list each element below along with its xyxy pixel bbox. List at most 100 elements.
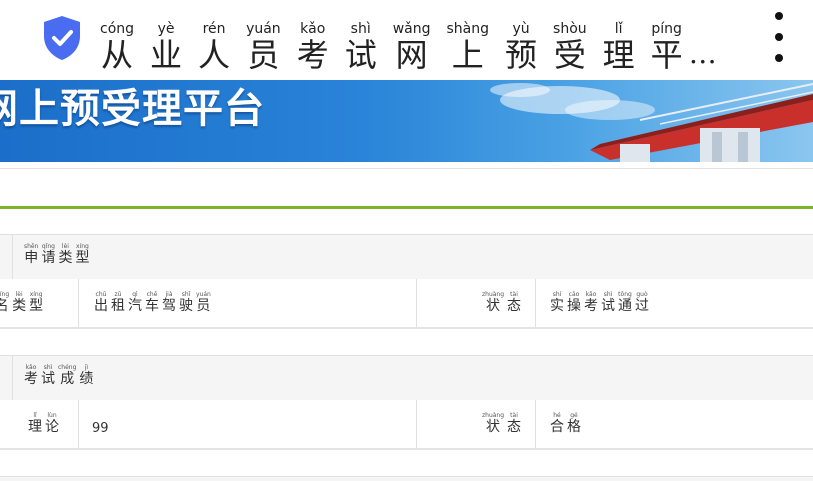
pinyin-annotation: kǎo: [584, 291, 598, 298]
ruby-char: 驶shǐ: [179, 291, 193, 314]
ruby-char: 驾jià: [162, 291, 176, 314]
ruby-char: 试shì: [344, 21, 377, 74]
status-label: 状zhuàng态tài: [482, 400, 524, 448]
ruby-char: 考kǎo: [584, 291, 598, 314]
ruby-char: 车chē: [145, 291, 159, 314]
pinyin-annotation: lèi: [12, 291, 27, 298]
pinyin-annotation: shì: [344, 21, 377, 37]
section-header-results: 考kǎo试shì成chéng绩jì: [0, 355, 813, 401]
ruby-char: 名míng: [0, 291, 9, 314]
pinyin-annotation: xíng: [29, 291, 44, 298]
header-banner: 网上预受理平台: [0, 80, 813, 162]
pinyin-annotation: míng: [0, 291, 10, 298]
ruby-char: 操cāo: [567, 291, 581, 314]
ruby-char: 预yù: [505, 21, 538, 74]
pinyin-annotation: wǎng: [392, 21, 431, 37]
ruby-char: 出chū: [94, 291, 108, 314]
section-heading: 申shēn请qǐng类lèi型xíng: [24, 235, 92, 279]
ruby-char: 上shàng: [446, 21, 490, 74]
pinyin-annotation: chē: [145, 291, 159, 298]
pinyin-annotation: yè: [150, 21, 183, 37]
section-heading: 考kǎo试shì成chéng绩jì: [24, 356, 96, 400]
pinyin-annotation: hé: [550, 412, 564, 419]
field-value: 出chū租zū汽qì车chē驾jià驶shǐ员yuán: [94, 279, 214, 327]
pinyin-annotation: jià: [162, 291, 176, 298]
pinyin-annotation: shàng: [446, 21, 490, 37]
ruby-char: 论lùn: [45, 412, 59, 435]
ruby-char: 人rén: [198, 21, 231, 74]
ruby-char: 状zhuàng: [482, 412, 505, 435]
pinyin-annotation: zhuàng: [482, 412, 505, 419]
score-value: 99: [92, 421, 109, 436]
field-label: 名míng类lèi型xíng: [0, 279, 46, 327]
pinyin-annotation: yuán: [196, 291, 211, 298]
pinyin-annotation: jì: [79, 364, 94, 371]
pinyin-annotation: shòu: [553, 21, 587, 37]
pinyin-annotation: gé: [567, 412, 581, 419]
pinyin-annotation: zhuàng: [482, 291, 505, 298]
ruby-char: 汽qì: [128, 291, 142, 314]
ruby-char: 状zhuàng: [482, 291, 505, 314]
ruby-char: 请qǐng: [41, 243, 56, 266]
pinyin-annotation: lèi: [58, 243, 73, 250]
ruby-char: 合hé: [550, 412, 564, 435]
ruby-char: 考kǎo: [24, 364, 38, 387]
ruby-char: 试shì: [41, 364, 55, 387]
pinyin-annotation: lùn: [45, 412, 59, 419]
pinyin-annotation: cāo: [567, 291, 581, 298]
ruby-char: 过guò: [635, 291, 649, 314]
ruby-char: 通tōng: [618, 291, 632, 314]
field-label: 理lǐ论lùn: [28, 400, 62, 448]
pinyin-annotation: xíng: [75, 243, 90, 250]
ruby-char: 试shì: [601, 291, 615, 314]
ruby-char: 业yè: [150, 21, 183, 74]
pinyin-annotation: qì: [128, 291, 142, 298]
pinyin-annotation: tōng: [618, 291, 632, 298]
ruby-char: 从cóng: [100, 21, 135, 74]
pinyin-annotation: rén: [198, 21, 231, 37]
ruby-char: 申shēn: [24, 243, 39, 266]
ruby-char: 类lèi: [58, 243, 73, 266]
pinyin-annotation: yù: [505, 21, 538, 37]
app-bar: 从cóng 业yè 人rén 员yuán 考kǎo 试shì 网wǎng 上shàng 预yù 受…: [0, 0, 813, 80]
ruby-char: 网wǎng: [392, 21, 431, 74]
banner-title: 网上预受理平台: [0, 86, 265, 132]
ruby-char: 格gé: [567, 412, 581, 435]
section-header-application: 申shēn请qǐng类lèi型xíng: [0, 234, 813, 280]
pinyin-annotation: zū: [111, 291, 125, 298]
pinyin-annotation: cóng: [100, 21, 135, 37]
pinyin-annotation: shì: [41, 364, 55, 371]
status-value: 合hé格gé: [550, 400, 584, 448]
pinyin-annotation: chéng: [58, 364, 77, 371]
pinyin-annotation: lǐ: [28, 412, 42, 419]
ruby-char: 租zū: [111, 291, 125, 314]
pinyin-annotation: guò: [635, 291, 649, 298]
ruby-char: 员yuán: [196, 291, 211, 314]
ruby-char: 考kǎo: [296, 21, 329, 74]
pinyin-annotation: shǐ: [179, 291, 193, 298]
ruby-char: 态tài: [507, 412, 522, 435]
ruby-char: 型xíng: [75, 243, 90, 266]
page-title: 从cóng 业yè 人rén 员yuán 考kǎo 试shì 网wǎng 上shàng 预yù 受…: [100, 4, 717, 76]
more-vertical-icon[interactable]: [764, 12, 794, 62]
pinyin-annotation: kǎo: [24, 364, 38, 371]
section-header-next: [0, 476, 813, 481]
pinyin-annotation: chū: [94, 291, 108, 298]
ruby-char: 实shí: [550, 291, 564, 314]
ruby-char: 员yuán: [246, 21, 281, 74]
ruby-char: 受shòu: [553, 21, 587, 74]
verified-shield-icon[interactable]: [40, 14, 84, 62]
pinyin-annotation: lǐ: [602, 21, 635, 37]
ruby-char: 类lèi: [12, 291, 27, 314]
pinyin-annotation: tài: [507, 291, 522, 298]
pinyin-annotation: tài: [507, 412, 522, 419]
table-row: 理lǐ论lùn 99 状zhuàng态tài 合hé格gé: [0, 400, 813, 450]
pinyin-annotation: píng: [650, 21, 683, 37]
pinyin-annotation: shēn: [24, 243, 39, 250]
divider: [0, 168, 813, 169]
ruby-char: 成chéng: [58, 364, 77, 387]
pinyin-annotation: yuán: [246, 21, 281, 37]
ruby-char: 绩jì: [79, 364, 94, 387]
title-ellipsis: …: [688, 37, 717, 70]
pinyin-annotation: kǎo: [296, 21, 329, 37]
